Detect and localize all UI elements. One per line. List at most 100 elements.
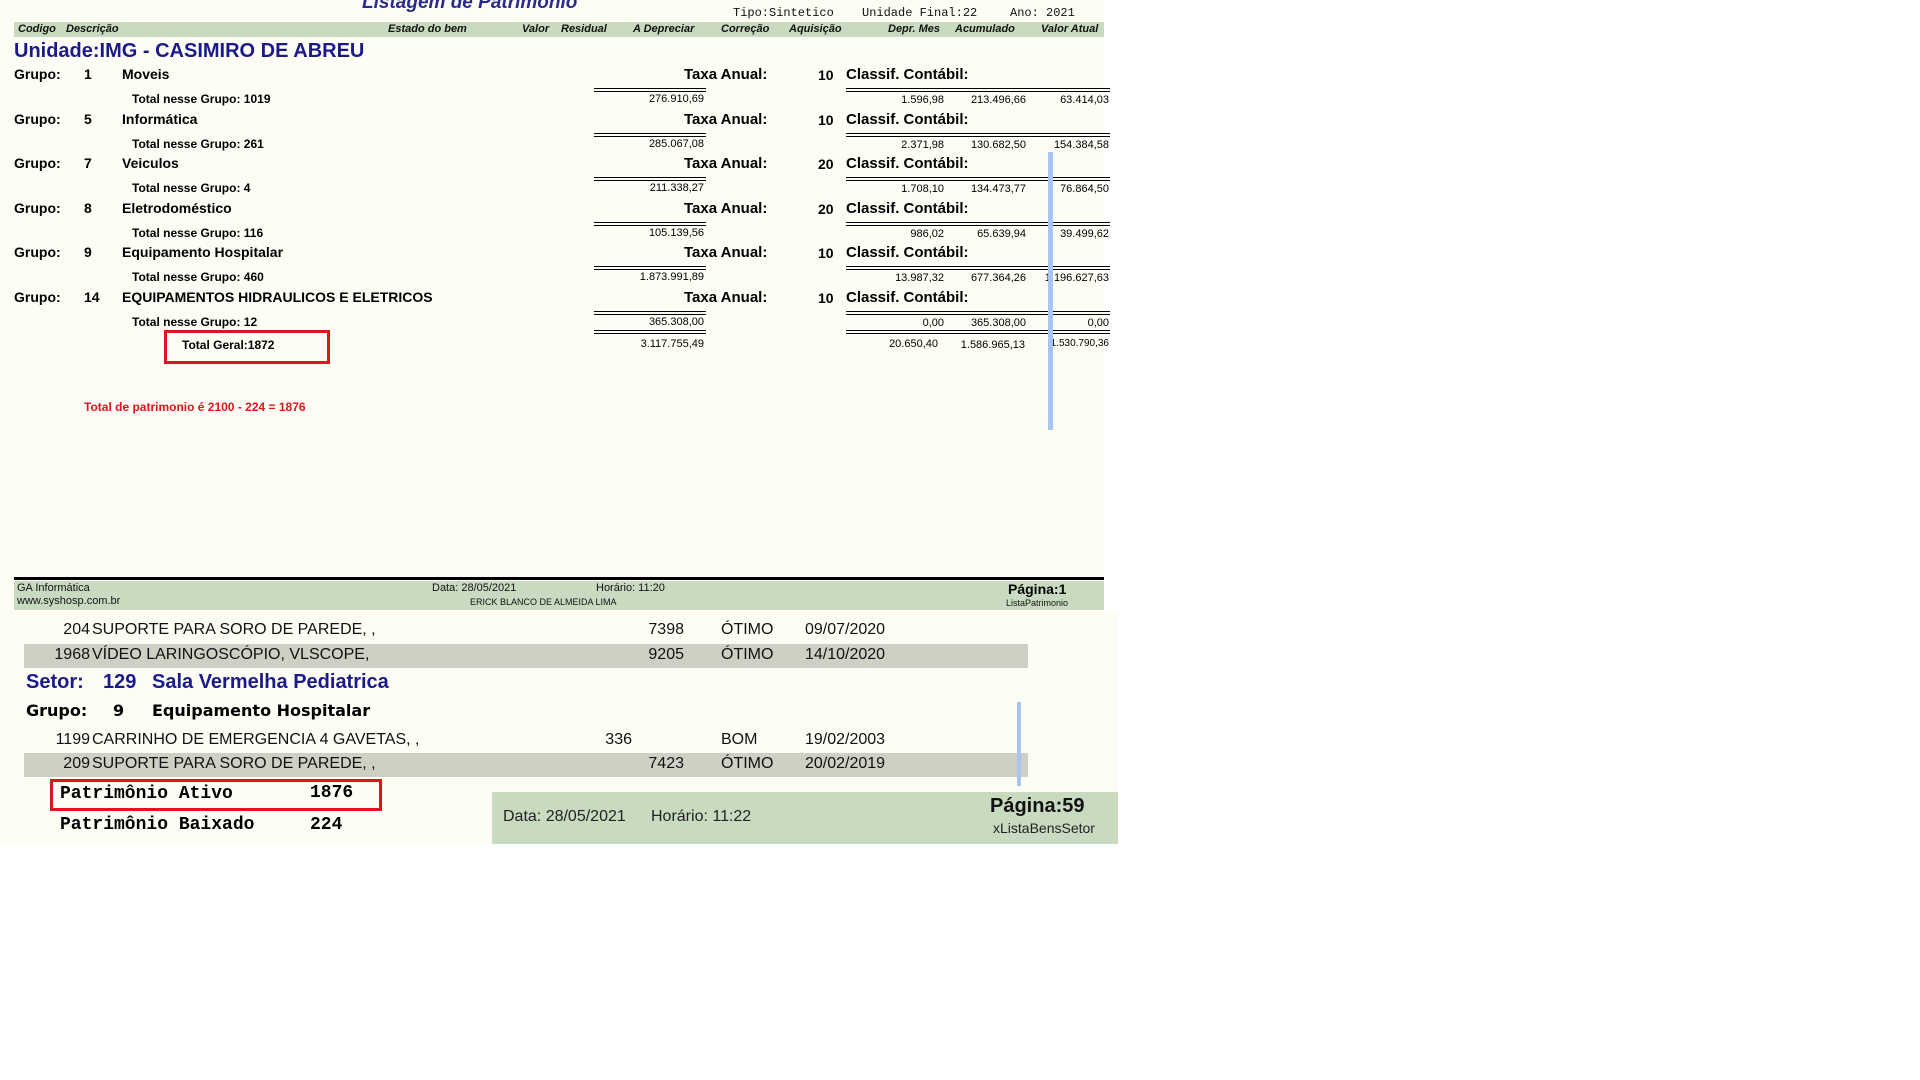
group-depr-mes: 13.987,32	[895, 272, 944, 284]
grupo-number: 14	[84, 289, 100, 305]
group-total-label: Total nesse Grupo: 116	[132, 226, 264, 240]
footer2-report-name: xListaBensSetor	[993, 820, 1095, 836]
item-estado: BOM	[721, 731, 758, 748]
footer-rule	[14, 577, 1104, 580]
taxa-anual-value: 10	[818, 67, 834, 83]
footer-horario: Horário: 11:20	[596, 582, 665, 594]
report-ano: Ano: 2021	[1010, 6, 1075, 20]
classif-contabil-label: Classif. Contábil:	[846, 289, 969, 306]
group-valor-atual: 39.499,62	[1060, 228, 1109, 240]
grand-total-rule	[594, 330, 706, 334]
group-acumulado: 65.639,94	[977, 228, 1026, 240]
group-valor-atual: 63.414,03	[1060, 94, 1109, 106]
group-total-label: Total nesse Grupo: 261	[132, 137, 264, 151]
col-depr-mes: Depr. Mes	[888, 23, 940, 35]
col-estado: Estado do bem	[388, 23, 467, 35]
group-valor-atual: 76.864,50	[1060, 183, 1109, 195]
grupo-number: 7	[84, 155, 92, 171]
patrimonio-ativo-label: Patrimônio Ativo	[60, 784, 233, 804]
footer2-horario: Horário: 11:22	[651, 808, 752, 825]
classif-contabil-label: Classif. Contábil:	[846, 66, 969, 83]
subtotal-rule	[846, 222, 1110, 226]
subtotal-rule	[594, 177, 706, 181]
col-aquisicao: Aquisição	[789, 23, 842, 35]
grupo-label: Grupo:	[14, 66, 61, 82]
report-unidade-final: Unidade Final:22	[862, 6, 978, 20]
grupo2-number: 9	[113, 701, 125, 720]
item-descricao: SUPORTE PARA SORO DE PAREDE, ,	[92, 621, 376, 638]
col-a-depreciar: A Depreciar	[633, 23, 695, 35]
grupo2-label: Grupo:	[26, 701, 88, 720]
group-total-label: Total nesse Grupo: 460	[132, 270, 264, 284]
subtotal-rule	[846, 266, 1110, 270]
grupo-number: 1	[84, 66, 92, 82]
grand-valor-atual: 1.530.790,36	[1050, 338, 1109, 349]
group-a-depreciar: 211.338,27	[649, 182, 704, 194]
group-valor-atual: 1.196.627,63	[1044, 272, 1109, 284]
item-data: 20/02/2019	[805, 755, 886, 772]
classif-contabil-label: Classif. Contábil:	[846, 244, 969, 261]
grand-depr-mes: 20.650,40	[889, 338, 938, 350]
footer-data: Data: 28/05/2021	[432, 582, 517, 594]
group-depr-mes: 1.708,10	[901, 183, 944, 195]
group-acumulado: 365.308,00	[970, 317, 1026, 329]
col-valor-atual: Valor Atual	[1041, 23, 1099, 35]
taxa-anual-label: Taxa Anual:	[684, 244, 768, 261]
patrimonio-report-page1: Listagem de Patrimonio Tipo:Sintetico Un…	[0, 0, 1110, 612]
footer2-pagina: Página:59	[990, 795, 1085, 817]
classif-contabil-label: Classif. Contábil:	[846, 200, 969, 217]
grupo-name: Equipamento Hospitalar	[122, 244, 284, 260]
highlight-marker-bar	[1017, 702, 1021, 786]
grand-acumulado: 1.586.965,13	[960, 339, 1025, 351]
group-depr-mes: 986,02	[910, 228, 944, 240]
footer-site[interactable]: www.syshosp.com.br	[17, 595, 120, 607]
subtotal-rule	[594, 88, 706, 92]
group-acumulado: 677.364,26	[970, 272, 1026, 284]
group-total-label: Total nesse Grupo: 1019	[132, 92, 271, 106]
grand-a-depreciar: 3.117.755,49	[640, 338, 704, 350]
grupo-name: Eletrodoméstico	[122, 200, 232, 216]
subtotal-rule	[846, 133, 1110, 137]
setor-label: Setor:	[26, 671, 84, 693]
grupo-label: Grupo:	[14, 289, 61, 305]
subtotal-rule	[594, 133, 706, 137]
col-codigo: Codigo	[18, 23, 56, 35]
subtotal-rule	[846, 177, 1110, 181]
patrimonio-ativo-value: 1876	[310, 783, 354, 803]
item-codigo: 209	[63, 755, 90, 772]
classif-contabil-label: Classif. Contábil:	[846, 111, 969, 128]
column-header-band	[14, 22, 1104, 37]
taxa-anual-value: 10	[818, 112, 834, 128]
item-valor: 336	[605, 731, 632, 748]
group-a-depreciar: 276.910,69	[648, 93, 704, 105]
footer-company: GA Informática	[17, 582, 90, 594]
taxa-anual-label: Taxa Anual:	[684, 289, 768, 306]
highlight-marker-bar	[1048, 152, 1053, 430]
group-acumulado: 134.473,77	[970, 183, 1026, 195]
item-codigo: 1199	[55, 731, 90, 748]
item-estado: ÓTIMO	[721, 621, 774, 638]
bens-setor-report-page59: 204 SUPORTE PARA SORO DE PAREDE, , 7398 ÓTI…	[0, 612, 1118, 844]
taxa-anual-label: Taxa Anual:	[684, 155, 768, 172]
grupo-name: Moveis	[122, 66, 170, 82]
group-depr-mes: 2.371,98	[901, 139, 944, 151]
grand-total-rule	[846, 330, 1110, 334]
grupo2-name: Equipamento Hospitalar	[152, 701, 371, 720]
item-data: 14/10/2020	[805, 646, 886, 663]
group-total-label: Total nesse Grupo: 4	[132, 181, 251, 195]
footer-user: ERICK BLANCO DE ALMEIDA LIMA	[470, 597, 617, 607]
taxa-anual-value: 20	[818, 201, 834, 217]
grupo-name: Veiculos	[122, 155, 179, 171]
col-residual: Residual	[561, 23, 607, 35]
group-depr-mes: 0,00	[922, 317, 944, 329]
taxa-anual-label: Taxa Anual:	[684, 111, 768, 128]
patrimonio-baixado-value: 224	[310, 815, 343, 835]
taxa-anual-label: Taxa Anual:	[684, 66, 768, 83]
item-valor: 7423	[648, 755, 684, 772]
footer2-data: Data: 28/05/2021	[503, 808, 626, 825]
item-valor: 7398	[648, 621, 684, 638]
item-estado: ÓTIMO	[721, 646, 774, 663]
item-descricao: VÍDEO LARINGOSCÓPIO, VLSCOPE,	[92, 646, 370, 663]
item-data: 09/07/2020	[805, 621, 886, 638]
group-a-depreciar: 105.139,56	[648, 227, 704, 239]
